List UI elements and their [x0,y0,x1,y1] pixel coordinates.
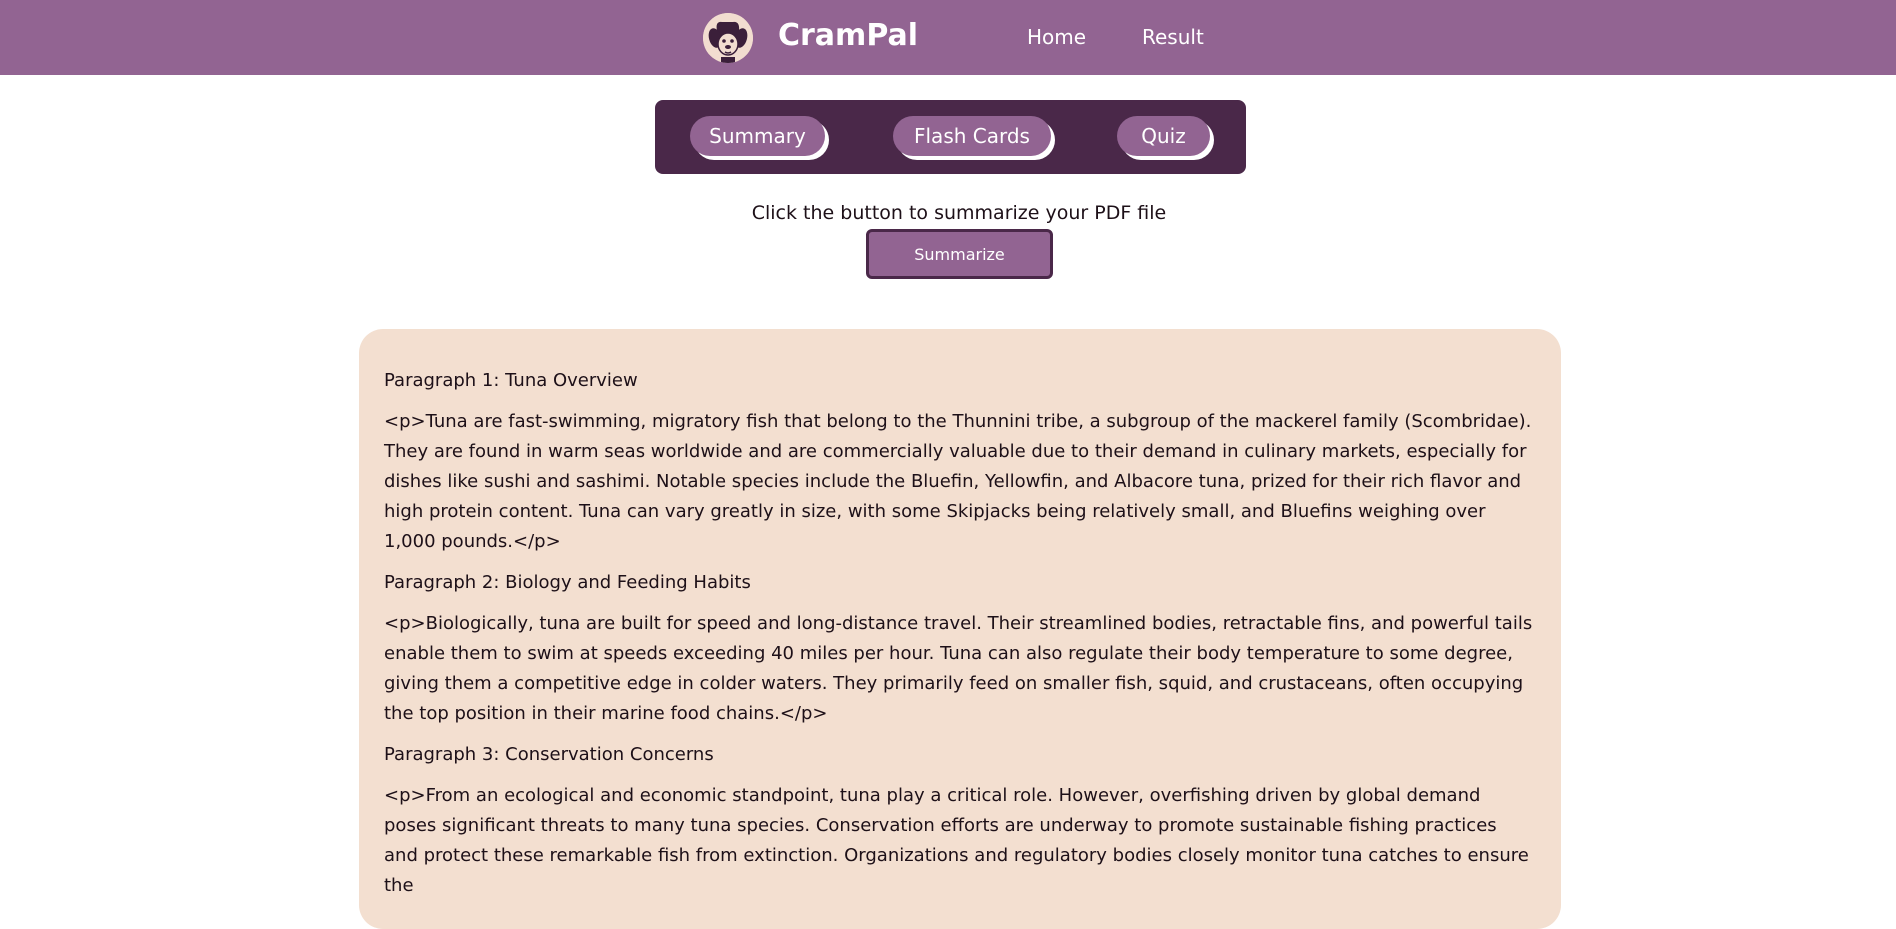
tab-summary[interactable]: Summary [690,116,825,156]
paragraph-title: Paragraph 2: Biology and Feeding Habits [384,572,751,593]
top-navbar: CramPal Home Result [0,0,1896,75]
summary-panel: Paragraph 1: Tuna Overview <p>Tuna are f… [359,329,1561,929]
paragraph-body: <p>Biologically, tuna are built for spee… [384,613,1533,724]
nav-link-home[interactable]: Home [1027,22,1086,52]
paragraph-title: Paragraph 1: Tuna Overview [384,370,638,391]
paragraph-title: Paragraph 3: Conservation Concerns [384,744,714,765]
paragraph-body: <p>From an ecological and economic stand… [384,785,1529,896]
feature-tab-bar: Summary Flash Cards Quiz [655,100,1246,174]
dog-mascot-icon[interactable] [703,13,753,63]
summarize-instruction: Click the button to summarize your PDF f… [751,202,1167,224]
summarize-button[interactable]: Summarize [866,229,1053,279]
brand-name[interactable]: CramPal [778,14,918,58]
paragraph-body: <p>Tuna are fast-swimming, migratory fis… [384,411,1532,552]
tab-flash-cards[interactable]: Flash Cards [893,116,1051,156]
tab-quiz[interactable]: Quiz [1117,116,1210,156]
nav-link-result[interactable]: Result [1142,22,1204,52]
